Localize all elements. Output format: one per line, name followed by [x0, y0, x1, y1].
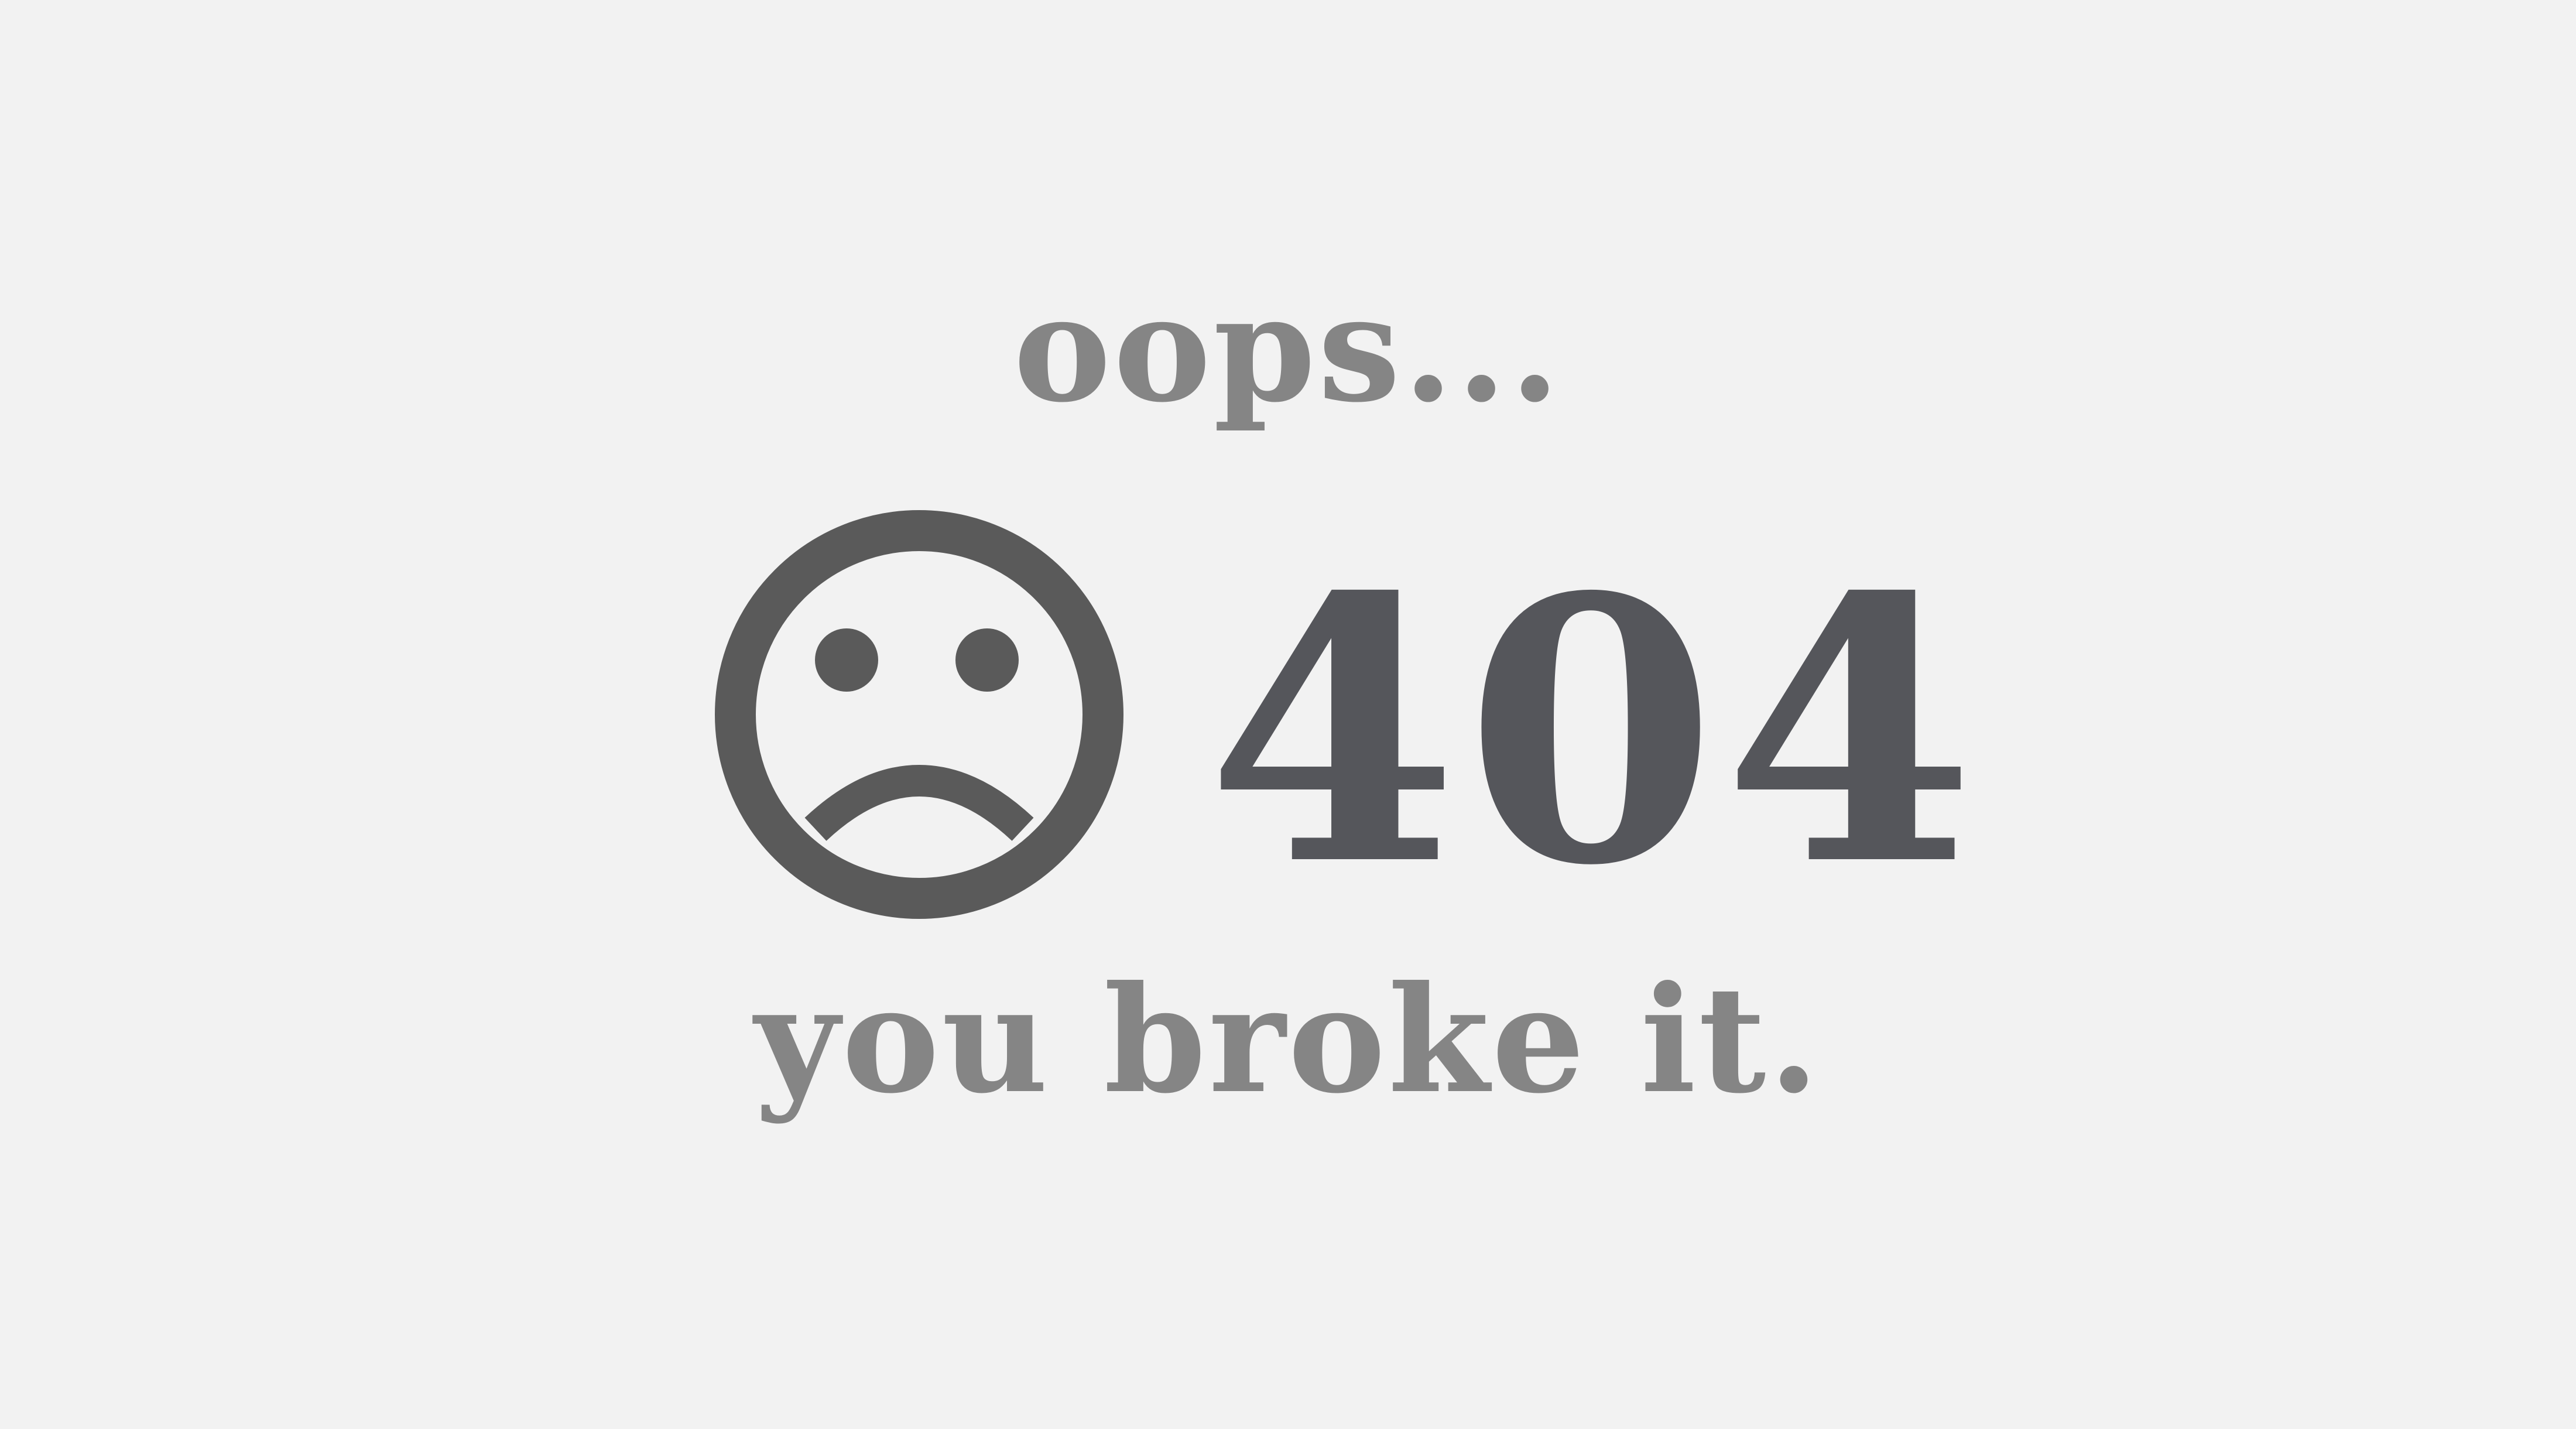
sad-face-icon [715, 510, 1123, 919]
oops-heading: oops... [1013, 262, 1563, 435]
error-code: 404 [1206, 519, 1982, 945]
error-message: you broke it. [754, 953, 1822, 1126]
